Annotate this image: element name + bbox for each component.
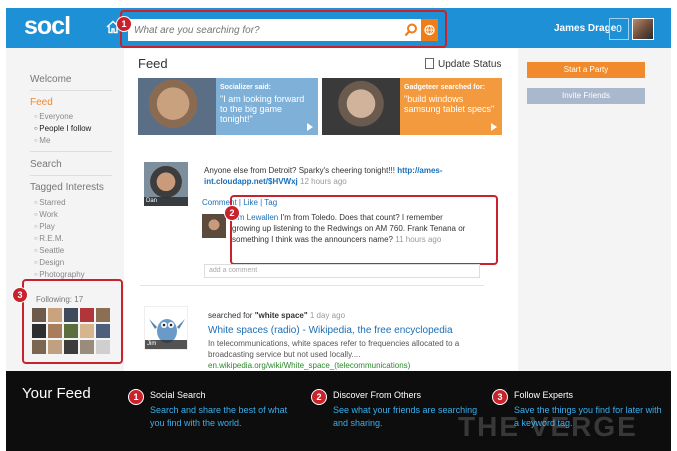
notification-count[interactable]: 0 — [609, 18, 629, 40]
search-time: 1 day ago — [309, 311, 346, 320]
searched-for-prefix: searched for — [208, 311, 253, 320]
nav-tagged-interests[interactable]: Tagged Interests — [30, 182, 104, 193]
socl-logo[interactable]: socl — [24, 12, 71, 41]
add-comment-input[interactable]: add a comment — [204, 264, 480, 278]
interest-design[interactable]: Design — [34, 258, 64, 267]
gadgeteer-text: Gadgeteer searched for: "build windows s… — [404, 83, 498, 114]
user-name[interactable]: James Drage — [554, 23, 616, 34]
start-party-button[interactable]: Start a Party — [527, 62, 645, 78]
post-time: 12 hours ago — [300, 177, 347, 186]
promo-desc: Search and share the best of what you fi… — [150, 405, 288, 428]
promo-title: Follow Experts — [514, 390, 574, 400]
nav-search[interactable]: Search — [30, 159, 62, 170]
divider — [30, 151, 112, 152]
highlight-card-gadgeteer[interactable]: Gadgeteer searched for: "build windows s… — [322, 78, 502, 135]
interest-photography[interactable]: Photography — [34, 270, 84, 279]
comment-author-avatar[interactable] — [202, 214, 226, 238]
highlight-card-socializer[interactable]: Socializer said: "I am looking forward t… — [138, 78, 318, 135]
nav-feed[interactable]: Feed — [30, 97, 53, 108]
edit-icon — [425, 58, 434, 69]
card-who: Socializer said: — [220, 84, 271, 91]
socializer-text: Socializer said: "I am looking forward t… — [220, 83, 314, 124]
search-query[interactable]: "white space" — [255, 311, 308, 320]
update-status-button[interactable]: Update Status — [425, 58, 501, 70]
user-avatar[interactable] — [632, 18, 654, 40]
result-url[interactable]: en.wikipedia.org/wiki/White_space_(telec… — [208, 360, 478, 371]
interest-seattle[interactable]: Seattle — [34, 246, 64, 255]
search-author-avatar[interactable]: Jim — [144, 306, 188, 350]
promo-number: 1 — [128, 389, 144, 405]
app-window: socl James Drage 0 1 Welcome Feed E — [6, 8, 671, 451]
promo-title: Social Search — [150, 390, 206, 400]
interest-work[interactable]: Work — [34, 210, 58, 219]
divider — [30, 90, 112, 91]
play-icon[interactable] — [307, 123, 313, 131]
nav-welcome[interactable]: Welcome — [30, 74, 72, 85]
callout-comment-highlight — [230, 195, 498, 265]
callout-search-highlight — [120, 10, 447, 48]
promo-number: 2 — [311, 389, 327, 405]
promo-title: Discover From Others — [333, 390, 422, 400]
result-snippet: In telecommunications, white spaces refe… — [208, 339, 460, 359]
nav-feed-me[interactable]: Me — [34, 136, 50, 145]
invite-friends-button[interactable]: Invite Friends — [527, 88, 645, 104]
callout-following-highlight — [22, 279, 123, 364]
card-who: Gadgeteer searched for: — [404, 84, 485, 91]
gadgeteer-photo — [322, 78, 400, 135]
callout-badge-2: 2 — [224, 205, 240, 221]
post-author-caption: Dan — [144, 197, 188, 206]
callout-badge-3: 3 — [12, 287, 28, 303]
card-quote: "I am looking forward to the big game to… — [220, 94, 305, 124]
play-icon[interactable] — [491, 123, 497, 131]
nav-feed-everyone[interactable]: Everyone — [34, 112, 73, 121]
nav-feed-people-i-follow[interactable]: People I follow — [34, 124, 91, 133]
post-body: Anyone else from Detroit? Sparky's cheer… — [204, 165, 482, 187]
post-text: Anyone else from Detroit? Sparky's cheer… — [204, 166, 395, 175]
divider — [30, 175, 112, 176]
post-author-avatar[interactable]: Dan — [144, 162, 188, 206]
search-line: searched for "white space" 1 day ago — [208, 310, 478, 321]
interest-rem[interactable]: R.E.M. — [34, 234, 63, 243]
promo-number: 3 — [492, 389, 508, 405]
card-quote: "build windows samsung tablet specs" — [404, 94, 495, 114]
search-author-caption: Jim — [145, 340, 187, 349]
interest-starred[interactable]: Starred — [34, 198, 65, 207]
promo-heading: Your Feed — [22, 385, 91, 402]
result-title[interactable]: White spaces (radio) - Wikipedia, the fr… — [208, 324, 488, 337]
update-status-label: Update Status — [438, 59, 502, 70]
socializer-photo — [138, 78, 216, 135]
callout-badge-1: 1 — [116, 16, 132, 32]
promo-strip: Your Feed 1 Social Search Search and sha… — [6, 371, 671, 451]
watermark: THE VERGE — [458, 411, 638, 442]
interest-play[interactable]: Play — [34, 222, 55, 231]
feed-title: Feed — [138, 56, 168, 71]
divider — [140, 285, 484, 286]
